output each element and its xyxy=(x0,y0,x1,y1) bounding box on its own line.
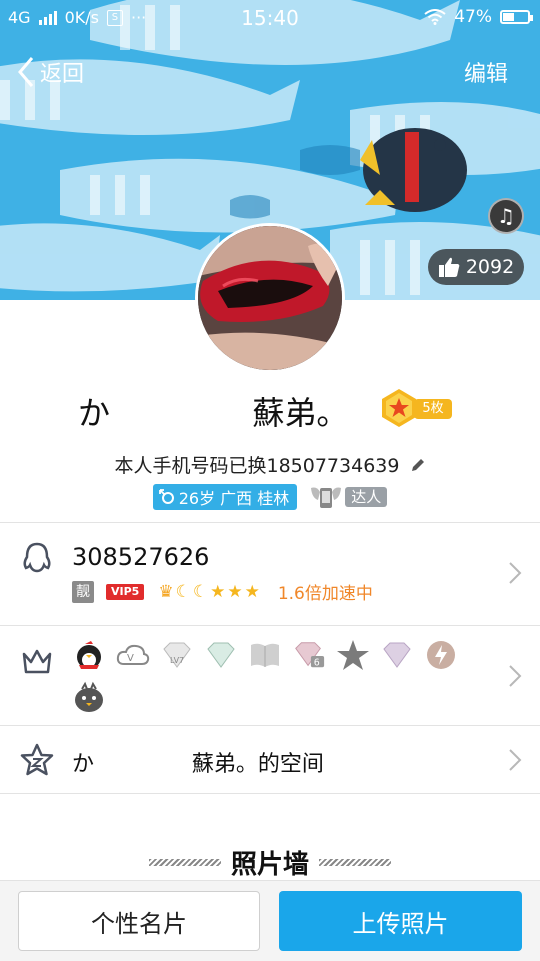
cloud-vip-icon: V xyxy=(116,638,150,672)
qq-penguin-icon xyxy=(72,638,106,672)
liang-badge: 靓 xyxy=(72,580,94,603)
penguin-icon xyxy=(23,542,51,573)
back-label: 返回 xyxy=(40,62,85,87)
medal-count: 5枚 xyxy=(414,399,452,419)
level-icons: ♛ ☾ ☾ ★ ★ ★ xyxy=(158,582,260,602)
back-button[interactable]: 返回 xyxy=(16,56,84,88)
pink-diamond-icon: 6 xyxy=(292,638,326,672)
crown-icon: ♛ xyxy=(158,581,174,602)
edit-button[interactable]: 编辑 xyxy=(464,56,508,88)
svg-text:LV7: LV7 xyxy=(170,656,184,665)
chevron-right-icon xyxy=(509,665,522,687)
thumbs-up-icon xyxy=(438,257,460,277)
qq-account-row[interactable] xyxy=(0,523,540,625)
top-bar: 返回 编辑 xyxy=(0,52,540,92)
vip-badge: VIP5 xyxy=(106,583,145,600)
wifi-icon xyxy=(424,9,446,25)
info-tag: 26岁 广西 桂林 xyxy=(152,484,298,510)
star-icon: ★ xyxy=(210,581,226,602)
purple-diamond-icon xyxy=(380,638,414,672)
like-button[interactable]: 2092 xyxy=(428,249,524,285)
avatar[interactable] xyxy=(195,223,345,373)
svg-text:V: V xyxy=(127,653,134,664)
star-medal-icon xyxy=(382,389,416,427)
qq-badges: 靓 VIP5 ♛ ☾ ☾ ★ ★ ★ 1.6倍加速中 xyxy=(72,579,373,604)
qq-number: 308527626 xyxy=(72,543,210,571)
svg-text:6: 6 xyxy=(314,657,320,668)
profile-card-button[interactable]: 个性名片 xyxy=(18,891,260,951)
signature[interactable]: 本人手机号码已换18507734639 xyxy=(0,451,540,478)
winged-phone-icon xyxy=(311,487,342,508)
chevron-left-icon xyxy=(18,57,34,87)
green-diamond-icon xyxy=(204,638,238,672)
qzone-star-icon xyxy=(20,743,54,776)
music-icon[interactable]: ♫ xyxy=(488,198,524,234)
qzone-label: か 蘇弟。的空间 xyxy=(72,752,324,777)
decor-hatch-left xyxy=(148,859,221,866)
bottom-action-bar: 个性名片 上传照片 xyxy=(0,880,540,961)
speed-chip-icon xyxy=(424,638,458,672)
book-icon xyxy=(248,638,282,672)
star-icon: ★ xyxy=(244,581,260,602)
daren-label: 达人 xyxy=(345,487,388,507)
privilege-icons: V LV7 6 xyxy=(72,638,492,714)
daren-tag[interactable]: 达人 xyxy=(309,484,388,510)
battery-icon xyxy=(500,10,533,24)
photo-wall-header: 照片墙 xyxy=(0,844,540,881)
signature-text: 本人手机号码已换18507734639 xyxy=(114,455,400,477)
gray-star-icon xyxy=(336,638,370,672)
star-icon: ★ xyxy=(227,581,243,602)
profile-name: か 蘇弟。 xyxy=(78,394,349,432)
status-bar: 4G 0K/s S ··· 15:40 47% xyxy=(0,0,540,36)
gender-icon xyxy=(158,489,174,504)
avatar-image xyxy=(198,226,342,370)
penguin-face-icon xyxy=(72,680,106,714)
battery-percent: 47% xyxy=(454,7,492,27)
divider xyxy=(0,793,540,794)
moon-icon: ☾ xyxy=(175,581,191,602)
pencil-icon[interactable] xyxy=(410,457,426,473)
crown-outline-icon xyxy=(22,649,52,674)
speed-status: 1.6倍加速中 xyxy=(277,584,373,604)
medal-badge[interactable]: 5枚 xyxy=(380,388,452,428)
upload-photo-button[interactable]: 上传照片 xyxy=(279,891,522,951)
chevron-right-icon xyxy=(509,749,522,771)
profile-tags: 26岁 广西 桂林 达人 xyxy=(0,484,540,510)
chevron-right-icon xyxy=(509,562,522,584)
diamond-lv7-icon: LV7 xyxy=(160,638,194,672)
likes-count: 2092 xyxy=(465,256,515,278)
info-tag-text: 26岁 广西 桂林 xyxy=(178,489,290,508)
photo-wall-title: 照片墙 xyxy=(230,850,309,880)
profile-name-row: か 蘇弟。 5枚 xyxy=(0,382,540,434)
decor-hatch-right xyxy=(319,859,391,866)
moon-icon: ☾ xyxy=(192,581,209,602)
